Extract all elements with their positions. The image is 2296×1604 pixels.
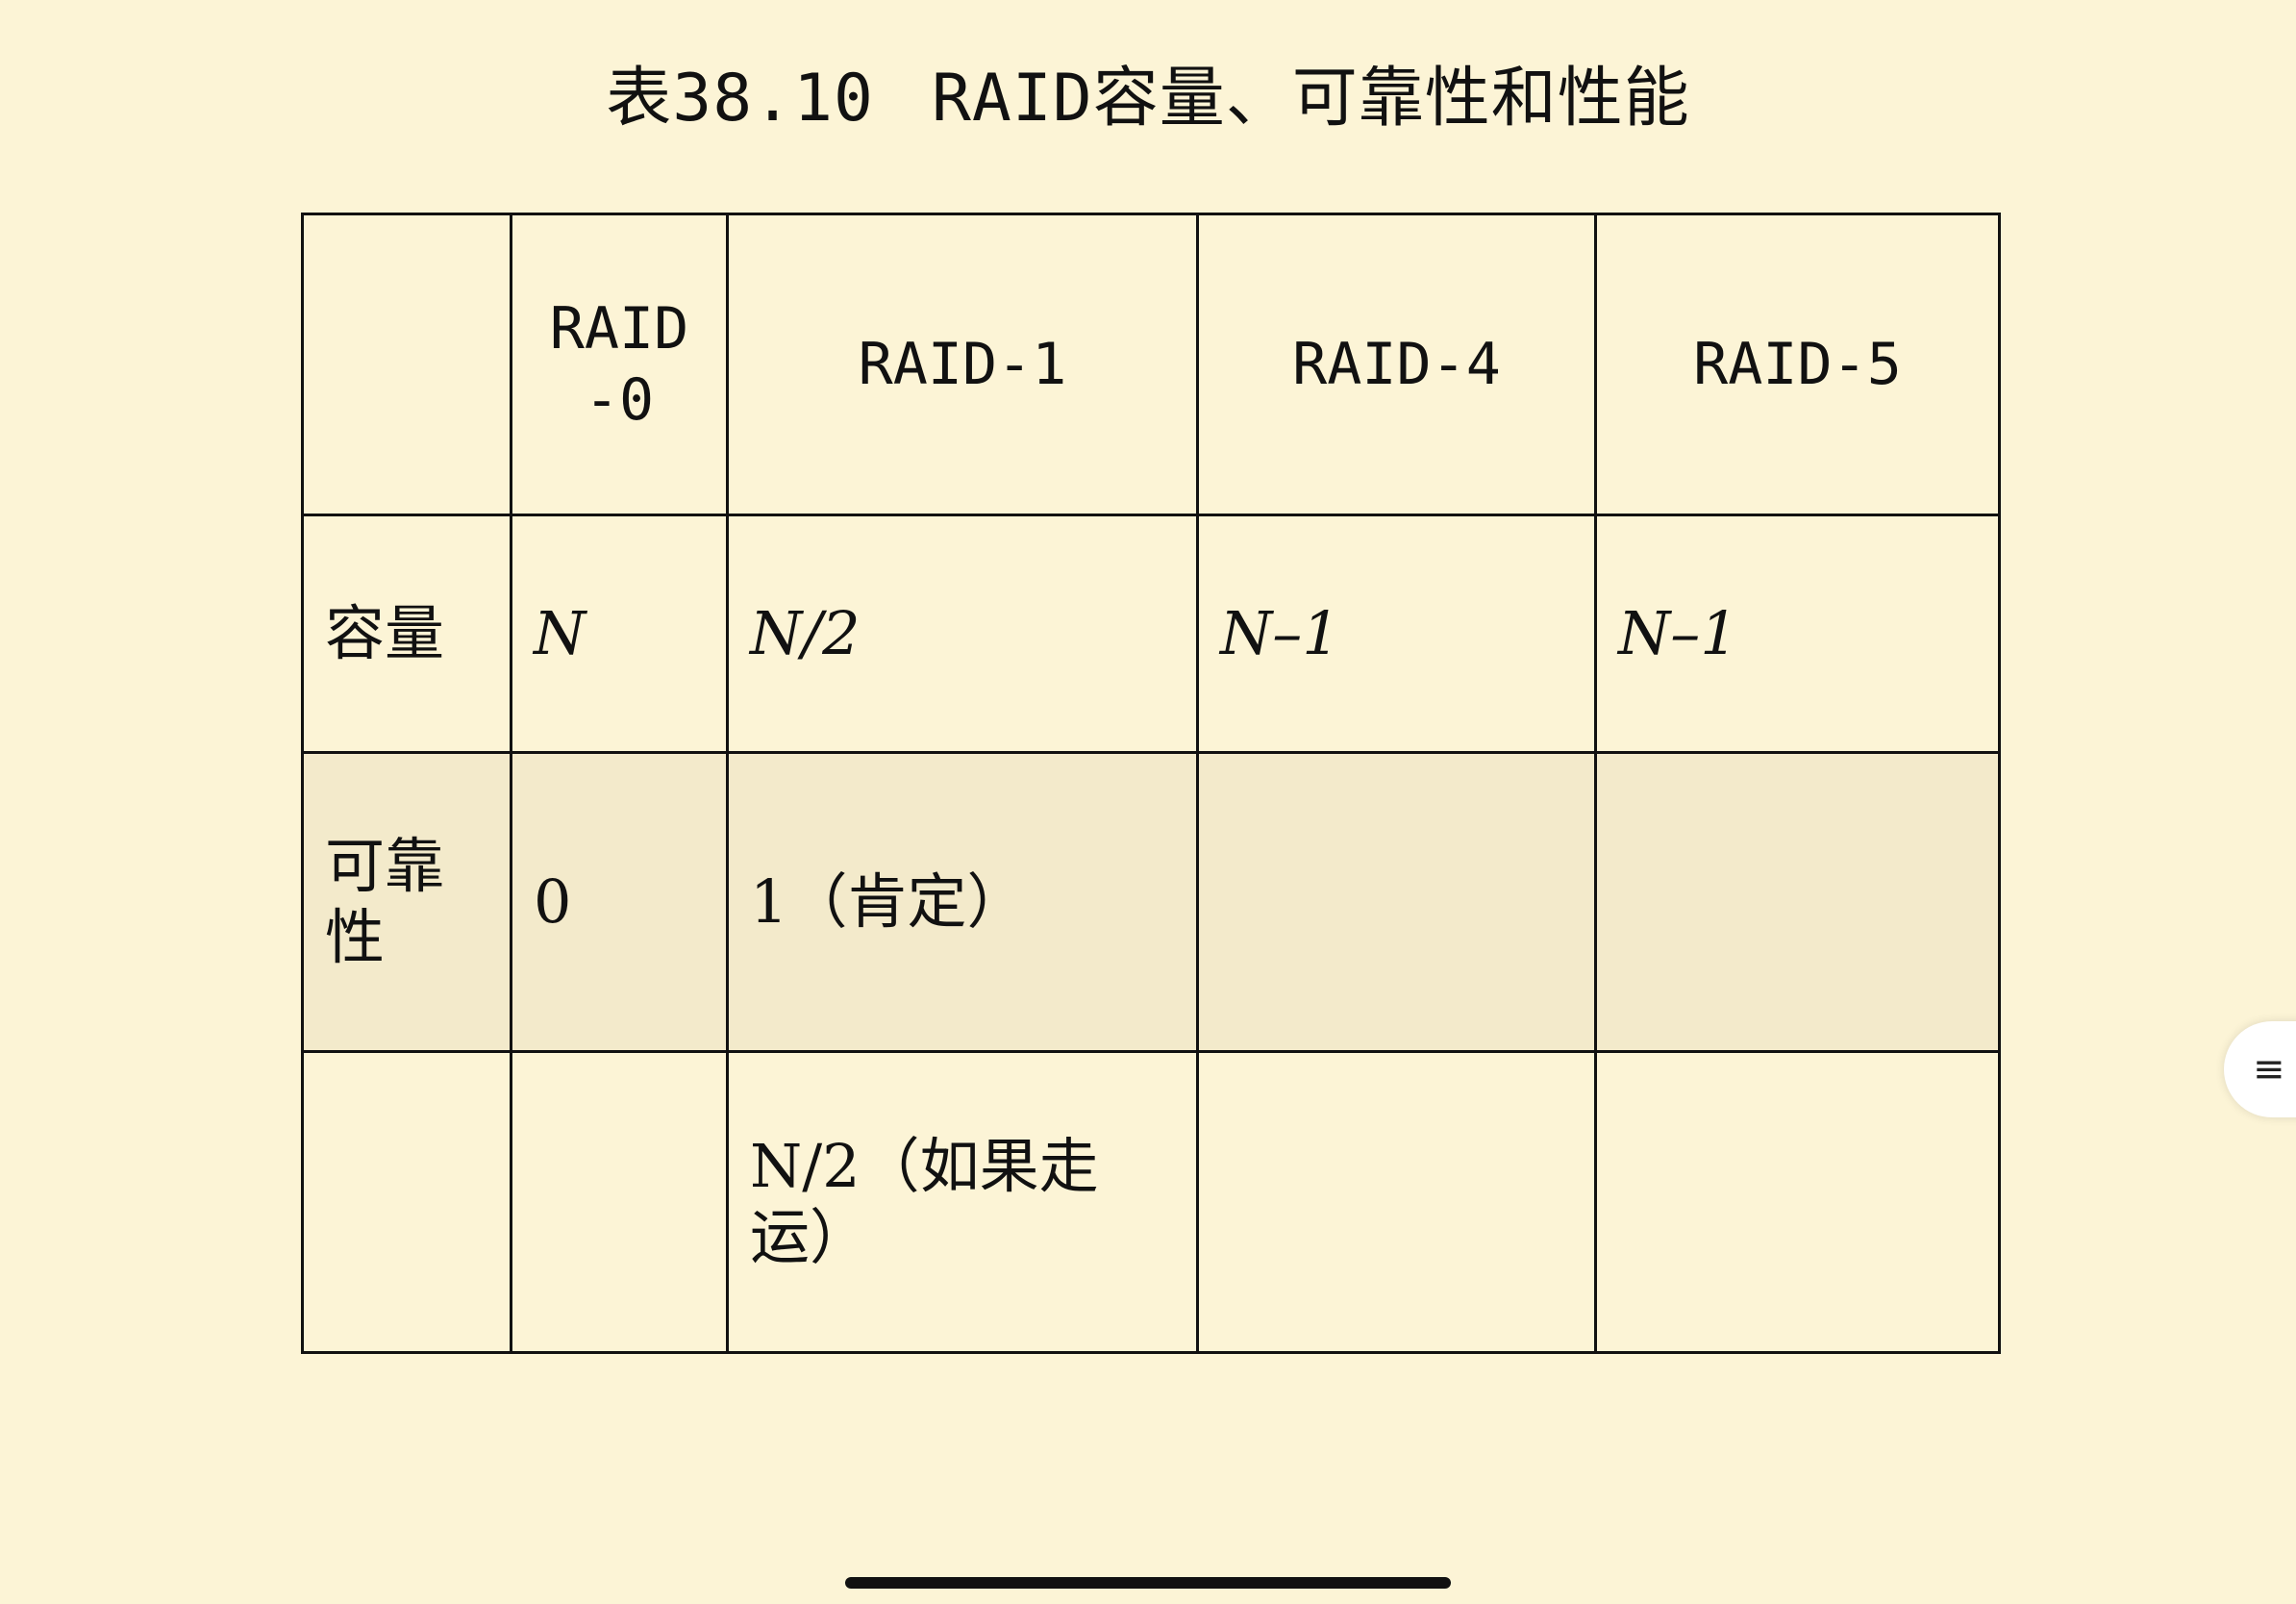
extra-raid-5 [1594, 1050, 2001, 1354]
capacity-raid-5: N–1 [1594, 514, 2001, 754]
reliability-raid-0: 0 [510, 751, 729, 1053]
table-row-extra: N/2（如果走运） [301, 1050, 2001, 1354]
header-raid-0: RAID-0 [510, 213, 729, 516]
row-label-capacity: 容量 [301, 514, 512, 754]
menu-icon: ≡ [2253, 1047, 2285, 1091]
reliability-raid-5 [1594, 751, 2001, 1053]
reliability-raid-1: 1（肯定） [726, 751, 1199, 1053]
capacity-raid-1: N/2 [726, 514, 1199, 754]
reliability-raid-4 [1196, 751, 1597, 1053]
header-empty-cell [301, 213, 512, 516]
capacity-raid-4: N–1 [1196, 514, 1597, 754]
header-raid-1: RAID-1 [726, 213, 1199, 516]
header-raid-5: RAID-5 [1594, 213, 2001, 516]
side-menu-button[interactable]: ≡ [2224, 1021, 2296, 1117]
table-row-capacity: 容量 N N/2 N–1 N–1 [301, 514, 2001, 754]
table-header-row: RAID-0 RAID-1 RAID-4 RAID-5 [301, 213, 2001, 516]
header-raid-4: RAID-4 [1196, 213, 1597, 516]
page-title: 表38.10 RAID容量、可靠性和性能 [0, 56, 2296, 142]
table-row-reliability: 可靠性 0 1（肯定） [301, 751, 2001, 1053]
table-title: RAID容量、可靠性和性能 [931, 61, 1690, 137]
table-number: 表38.10 [606, 61, 874, 137]
extra-raid-1: N/2（如果走运） [726, 1050, 1199, 1354]
capacity-raid-0: N [510, 514, 729, 754]
row-label-extra [301, 1050, 512, 1354]
raid-comparison-table: RAID-0 RAID-1 RAID-4 RAID-5 容量 N N/2 N–1… [301, 213, 2001, 1354]
row-label-reliability: 可靠性 [301, 751, 512, 1053]
extra-raid-4 [1196, 1050, 1597, 1354]
extra-raid-0 [510, 1050, 729, 1354]
home-indicator-bar[interactable] [845, 1577, 1451, 1589]
